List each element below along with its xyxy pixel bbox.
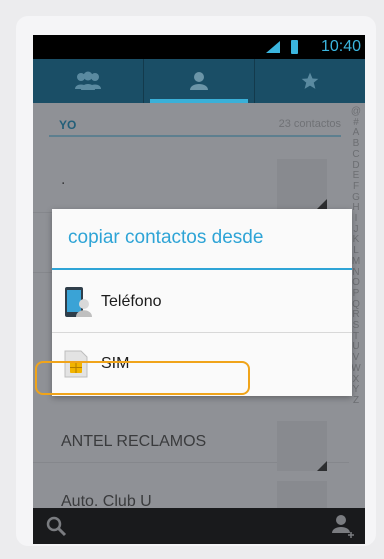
contact-row[interactable]: . <box>33 153 349 213</box>
contact-count: 23 contactos <box>278 118 341 130</box>
search-icon[interactable] <box>45 515 67 537</box>
option-phone[interactable]: Teléfono <box>52 272 352 332</box>
alphabet-letter[interactable]: W <box>351 363 360 375</box>
list-header: YO 23 contactos <box>49 115 341 137</box>
bottom-bar <box>33 508 365 544</box>
phone-screen: 10:40 YO 23 contactos @ # A B C D E F G … <box>33 35 365 544</box>
contact-name: ANTEL RECLAMOS <box>61 433 207 450</box>
alphabet-letter[interactable]: Z <box>353 395 359 407</box>
phone-contact-icon <box>65 287 92 317</box>
highlight-box <box>35 361 250 395</box>
tab-groups[interactable] <box>33 59 143 103</box>
dialog-title: copiar contactos desde <box>68 227 264 248</box>
me-section-label: YO <box>59 118 77 132</box>
groups-icon <box>75 71 101 90</box>
status-time: 10:40 <box>320 38 361 55</box>
option-phone-label: Teléfono <box>101 293 162 310</box>
status-bar: 10:40 <box>33 35 365 59</box>
battery-icon <box>291 40 298 54</box>
tab-favorites[interactable] <box>254 59 365 103</box>
signal-icon <box>266 41 280 53</box>
person-icon <box>190 72 208 90</box>
tab-bar <box>33 59 365 103</box>
star-icon <box>301 72 319 89</box>
contact-row[interactable]: ANTEL RECLAMOS <box>33 403 349 471</box>
contact-name: . <box>61 171 66 188</box>
option-separator <box>52 332 352 333</box>
tab-contacts[interactable] <box>143 59 254 103</box>
dialog-divider <box>52 268 352 270</box>
alphabet-letter[interactable]: M <box>352 256 360 268</box>
contact-photo <box>277 159 327 209</box>
alphabet-letter[interactable]: C <box>352 149 359 161</box>
add-contact-icon[interactable] <box>331 513 355 539</box>
